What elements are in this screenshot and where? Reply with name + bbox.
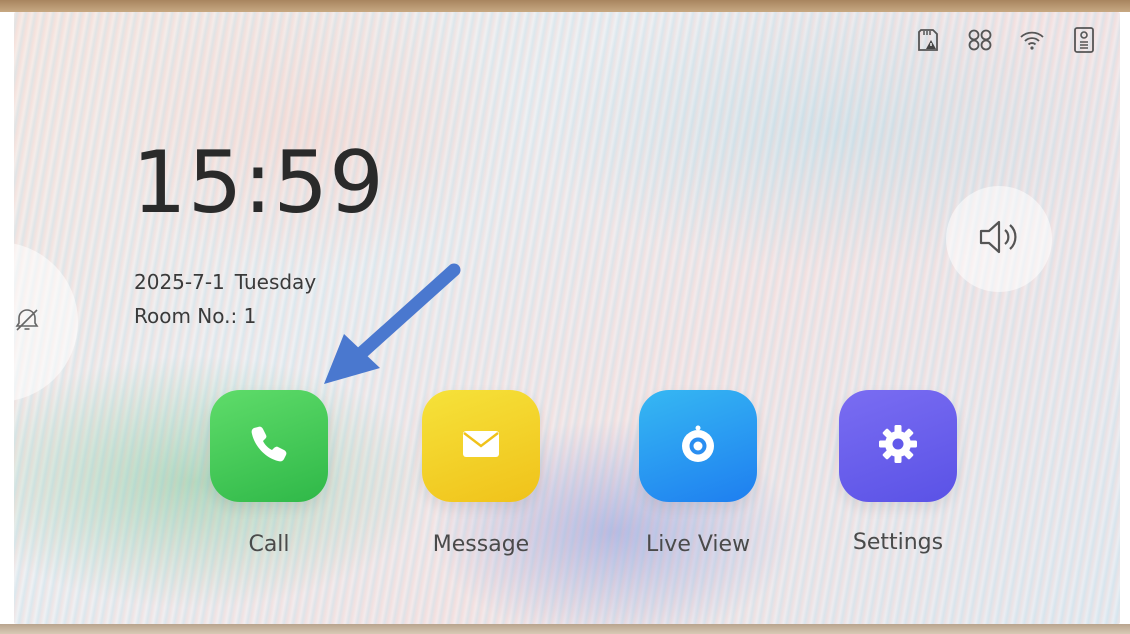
network-link-icon — [966, 26, 994, 54]
message-tile[interactable] — [422, 390, 540, 502]
app-message[interactable]: Message — [401, 390, 561, 557]
sd-card-warning-icon — [914, 26, 942, 54]
call-tile[interactable] — [210, 390, 328, 502]
side-drawer-tab[interactable] — [14, 242, 78, 402]
speaker-icon — [971, 209, 1027, 269]
camera-icon — [673, 419, 723, 473]
date-text: 2025-7-1 — [134, 270, 225, 294]
live-view-label: Live View — [645, 532, 751, 557]
app-call[interactable]: Call — [189, 390, 349, 557]
gear-icon — [873, 419, 923, 473]
phone-icon — [244, 419, 294, 473]
device-frame-bottom — [0, 624, 1130, 634]
app-live-view[interactable]: Live View — [618, 390, 778, 557]
clock-time: 15:59 — [132, 133, 385, 233]
volume-button[interactable] — [946, 186, 1052, 292]
door-station-icon — [1070, 26, 1098, 54]
do-not-disturb-icon — [14, 305, 42, 339]
message-label: Message — [432, 532, 530, 557]
live-view-tile[interactable] — [639, 390, 757, 502]
app-settings[interactable]: Settings — [818, 390, 978, 555]
annotation-arrow — [324, 263, 461, 384]
envelope-icon — [456, 419, 506, 473]
device-frame-top — [0, 0, 1130, 12]
room-number: Room No.: 1 — [134, 304, 257, 328]
status-bar — [914, 26, 1098, 54]
settings-tile[interactable] — [839, 390, 957, 502]
date-line: 2025-7-1 Tuesday — [134, 270, 316, 294]
wifi-icon — [1018, 26, 1046, 54]
home-screen: 15:59 2025-7-1Tuesday Room No.: 1 Call — [14, 12, 1120, 624]
settings-label: Settings — [852, 530, 944, 555]
call-label: Call — [248, 532, 290, 557]
